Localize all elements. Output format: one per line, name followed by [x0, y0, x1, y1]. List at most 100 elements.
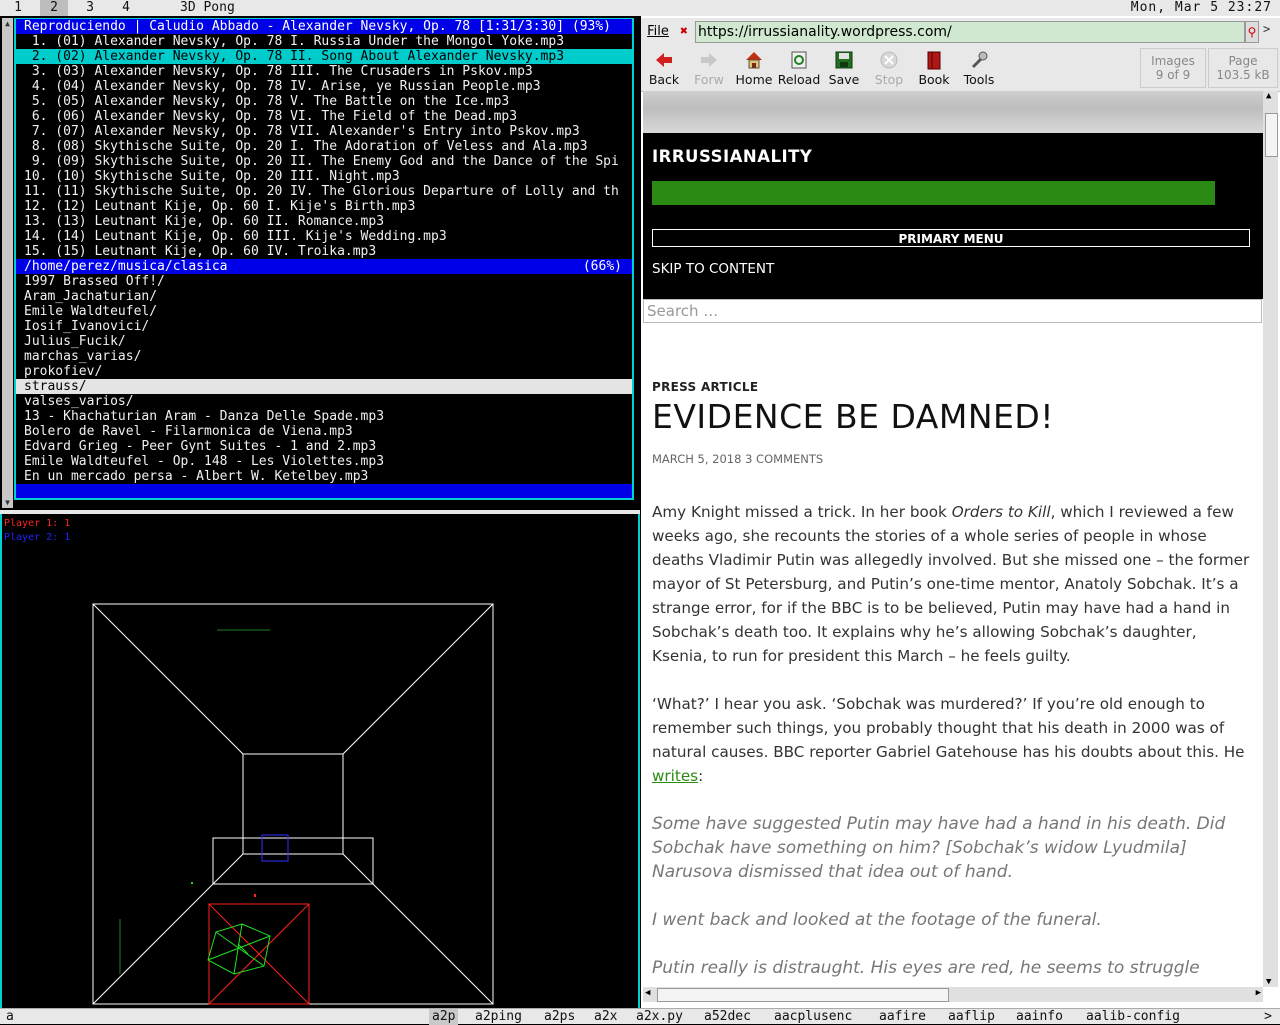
file-browser-entry[interactable]: Emile Waldteufel/ — [16, 304, 632, 319]
forward-button[interactable]: Forw — [687, 50, 731, 90]
file-browser-entry[interactable]: prokofiev/ — [16, 364, 632, 379]
task-item[interactable]: aainfo — [1016, 1009, 1063, 1025]
task-item[interactable]: a2p — [429, 1009, 459, 1025]
search-input[interactable]: Search … — [643, 299, 1262, 323]
playlist-track[interactable]: 8. (08) Skythische Suite, Op. 20 I. The … — [16, 139, 632, 154]
skip-to-content-link[interactable]: SKIP TO CONTENT — [652, 261, 774, 277]
scroll-up-icon[interactable]: ▲ — [2, 18, 13, 29]
playlist-track-text: 13. (13) Leutnant Kije, Op. 60 II. Roman… — [24, 214, 385, 229]
post-title[interactable]: EVIDENCE BE DAMNED! — [652, 397, 1054, 436]
scroll-thumb[interactable] — [657, 988, 949, 1002]
site-header: IRRUSSIANALITY PRIMARY MENU SKIP TO CONT… — [643, 133, 1263, 299]
file-browser-entry[interactable]: 1997 Brassed Off!/ — [16, 274, 632, 289]
scroll-right-icon[interactable]: ▶ — [1256, 988, 1261, 998]
playlist-track[interactable]: 6. (06) Alexander Nevsky, Op. 78 VI. The… — [16, 109, 632, 124]
playlist-track[interactable]: 13. (13) Leutnant Kije, Op. 60 II. Roman… — [16, 214, 632, 229]
workspace-1[interactable]: 1 — [4, 0, 32, 16]
writes-link[interactable]: writes — [652, 767, 698, 785]
scroll-left-icon[interactable]: ◀ — [645, 988, 650, 998]
post-category[interactable]: PRESS ARTICLE — [652, 380, 758, 394]
playlist-track-text: 12. (12) Leutnant Kije, Op. 60 I. Kije's… — [24, 199, 416, 214]
playlist-track[interactable]: 7. (07) Alexander Nevsky, Op. 78 VII. Al… — [16, 124, 632, 139]
home-button[interactable]: Home — [732, 50, 776, 90]
workspace-4[interactable]: 4 — [112, 0, 140, 16]
quote-1: Some have suggested Putin may have had a… — [652, 814, 1226, 882]
bookmarks-button[interactable]: Book — [912, 50, 956, 90]
workspace-2[interactable]: 2 — [40, 0, 68, 16]
file-browser-entry[interactable]: Julius_Fucik/ — [16, 334, 632, 349]
file-menu[interactable]: File — [643, 22, 673, 42]
workspace-3[interactable]: 3 — [76, 0, 104, 16]
file-browser-entry-text: strauss/ — [24, 379, 87, 394]
url-bar-row: File ✖ https://irrussianality.wordpress.… — [641, 18, 1280, 46]
player-scrollbar[interactable]: ▲ ▼ — [2, 18, 13, 508]
save-button[interactable]: Save — [822, 50, 866, 90]
primary-menu-button[interactable]: PRIMARY MENU — [652, 229, 1250, 247]
post-meta[interactable]: MARCH 5, 2018 3 COMMENTS — [652, 452, 823, 466]
playlist-track[interactable]: 1. (01) Alexander Nevsky, Op. 78 I. Russ… — [16, 34, 632, 49]
playlist-track[interactable]: 9. (09) Skythische Suite, Op. 20 II. The… — [16, 154, 632, 169]
file-browser-entry[interactable]: En un mercado persa - Albert W. Ketelbey… — [16, 469, 632, 484]
file-browser-entry[interactable]: Emile Waldteufel - Op. 148 - Les Violett… — [16, 454, 632, 469]
tools-button[interactable]: Tools — [957, 50, 1001, 90]
task-item[interactable]: aalib-config — [1086, 1009, 1180, 1025]
file-browser-entry[interactable]: Edvard Grieg - Peer Gynt Suites - 1 and … — [16, 439, 632, 454]
reload-button[interactable]: Reload — [777, 50, 821, 90]
playlist-track[interactable]: 3. (03) Alexander Nevsky, Op. 78 III. Th… — [16, 64, 632, 79]
search-icon[interactable]: ⚲ — [1245, 21, 1259, 43]
playlist-track[interactable]: 10. (10) Skythische Suite, Op. 20 III. N… — [16, 169, 632, 184]
playlist-track[interactable]: 12. (12) Leutnant Kije, Op. 60 I. Kije's… — [16, 199, 632, 214]
task-item[interactable]: aacplusenc — [774, 1009, 852, 1025]
scroll-down-icon[interactable]: ▼ — [1266, 977, 1271, 987]
file-browser-entry[interactable]: Bolero de Ravel - Filarmonica de Viena.m… — [16, 424, 632, 439]
file-browser-entry[interactable]: Iosif_Ivanovici/ — [16, 319, 632, 334]
playlist-track[interactable]: 4. (04) Alexander Nevsky, Op. 78 IV. Ari… — [16, 79, 632, 94]
task-item[interactable]: aafire — [879, 1009, 926, 1025]
images-label: Images — [1151, 54, 1195, 68]
forward-arrow-icon — [701, 53, 717, 67]
site-title[interactable]: IRRUSSIANALITY — [652, 147, 812, 166]
page-horizontal-scrollbar[interactable]: ◀ ▶ — [643, 987, 1263, 1002]
file-browser-entry[interactable]: valses_varios/ — [16, 394, 632, 409]
playlist-track-text: 14. (14) Leutnant Kije, Op. 60 III. Kije… — [24, 229, 447, 244]
page-vertical-scrollbar[interactable]: ▲ ▼ — [1263, 91, 1278, 987]
home-icon — [746, 52, 762, 69]
book-title: Orders to Kill — [951, 503, 1051, 521]
file-browser-entry[interactable]: 13 - Khachaturian Aram - Danza Delle Spa… — [16, 409, 632, 424]
images-counter: Images 9 of 9 — [1140, 48, 1206, 88]
url-input[interactable]: https://irrussianality.wordpress.com/ — [695, 21, 1245, 43]
browser-toolbar: Back Forw Home Reload Save Stop Book Too… — [641, 46, 1280, 92]
playlist-track[interactable]: 14. (14) Leutnant Kije, Op. 60 III. Kije… — [16, 229, 632, 244]
arrow-right-icon[interactable]: > — [1263, 22, 1270, 36]
more-tasks-icon[interactable]: > — [1264, 1009, 1272, 1025]
scroll-down-icon[interactable]: ▼ — [2, 497, 13, 508]
command-prompt[interactable]: a — [6, 1009, 14, 1025]
file-browser-entry[interactable]: strauss/ — [16, 379, 632, 394]
playlist-track-text: 6. (06) Alexander Nevsky, Op. 78 VI. The… — [24, 109, 518, 124]
file-browser-entry-text: Julius_Fucik/ — [24, 334, 126, 349]
task-item[interactable]: a2ping — [475, 1009, 522, 1025]
stop-button[interactable]: Stop — [867, 50, 911, 90]
back-label: Back — [648, 72, 680, 87]
pong-game[interactable]: Player 1: 1 Player 2: 1 — [0, 514, 640, 1008]
playlist-track[interactable]: 5. (05) Alexander Nevsky, Op. 78 V. The … — [16, 94, 632, 109]
playlist-track[interactable]: 11. (11) Skythische Suite, Op. 20 IV. Th… — [16, 184, 632, 199]
close-icon[interactable]: ✖ — [677, 23, 691, 41]
page-size-counter: Page 103.5 kB — [1208, 48, 1278, 88]
file-browser-entry[interactable]: Aram_Jachaturian/ — [16, 289, 632, 304]
task-item[interactable]: a2ps — [544, 1009, 575, 1025]
task-item[interactable]: aaflip — [948, 1009, 995, 1025]
task-item[interactable]: a2x.py — [636, 1009, 683, 1025]
quote-2: I went back and looked at the footage of… — [652, 910, 1102, 930]
task-item[interactable]: a2x — [594, 1009, 617, 1025]
playlist-track[interactable]: 15. (15) Leutnant Kije, Op. 60 IV. Troik… — [16, 244, 632, 259]
page-label: Page — [1228, 54, 1258, 68]
tools-label: Tools — [963, 72, 995, 87]
scroll-thumb[interactable] — [1265, 113, 1278, 157]
scroll-up-icon[interactable]: ▲ — [1266, 91, 1271, 101]
file-browser-entry-text: marchas_varias/ — [24, 349, 142, 364]
task-item[interactable]: a52dec — [704, 1009, 751, 1025]
file-browser-entry[interactable]: marchas_varias/ — [16, 349, 632, 364]
back-button[interactable]: Back — [642, 50, 686, 90]
playlist-track[interactable]: 2. (02) Alexander Nevsky, Op. 78 II. Son… — [16, 49, 632, 64]
